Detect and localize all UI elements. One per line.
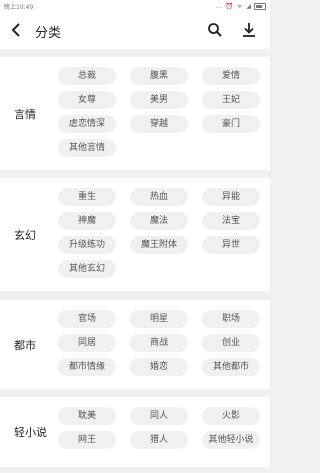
category-section: 玄幻 重生 热血 异能神魔 魔法 法宝升级练功 魔王附体 异世其他玄幻	[0, 178, 270, 291]
category-tag[interactable]: 神魔	[58, 212, 116, 230]
category-tag[interactable]: 王妃	[202, 91, 260, 109]
category-tag[interactable]: 其他言情	[58, 139, 116, 157]
category-tag[interactable]: 魔法	[130, 212, 188, 230]
category-tag[interactable]: 其他都市	[202, 358, 260, 376]
category-tag[interactable]: 同居	[58, 334, 116, 352]
category-section: 都市 官场 明星 职场同居 商战 创业都市情缘 婚恋 其他都市	[0, 300, 270, 389]
search-button[interactable]	[207, 21, 223, 39]
category-tag[interactable]: 创业	[202, 334, 260, 352]
category-tag[interactable]: 魔王附体	[130, 236, 188, 254]
category-tag[interactable]: 商战	[130, 334, 188, 352]
category-tag[interactable]: 爱情	[202, 67, 260, 85]
status-time: 晚上10:49	[4, 4, 34, 11]
back-arrow-icon	[11, 23, 20, 37]
section-label: 轻小说	[14, 426, 47, 439]
category-tag[interactable]: 异世	[202, 236, 260, 254]
back-button[interactable]	[9, 21, 25, 39]
download-button[interactable]	[241, 21, 257, 39]
category-tag[interactable]: 法宝	[202, 212, 260, 230]
category-tag[interactable]: 职场	[202, 310, 260, 328]
category-tag[interactable]: 异能	[202, 188, 260, 206]
category-tag[interactable]: 婚恋	[130, 358, 188, 376]
category-tag[interactable]: 猎人	[130, 431, 188, 449]
category-tag[interactable]: 豪门	[202, 115, 260, 133]
category-section: 轻小说 耽美 同人 火影网王 猎人 其他轻小说	[0, 397, 270, 467]
category-tag[interactable]: 同人	[130, 407, 188, 425]
search-icon	[208, 23, 222, 37]
category-tag[interactable]: 腹黑	[130, 67, 188, 85]
status-icons: … ⏰ ᯤ ◢	[216, 2, 266, 10]
category-tag[interactable]: 总裁	[58, 67, 116, 85]
page-title: 分类	[35, 26, 62, 41]
section-label: 都市	[14, 338, 36, 352]
category-tag[interactable]: 网王	[58, 431, 116, 449]
category-tag[interactable]: 明星	[130, 310, 188, 328]
category-tag[interactable]: 热血	[130, 188, 188, 206]
battery-icon	[254, 3, 266, 10]
category-tag[interactable]: 重生	[58, 188, 116, 206]
toolbar: 分类	[0, 13, 270, 49]
category-tag[interactable]: 官场	[58, 310, 116, 328]
category-tag[interactable]: 都市情缘	[58, 358, 116, 376]
category-section: 言情 总裁 腹黑 爱情女尊 美男 王妃虐恋情深 穿越 豪门其他言情	[0, 57, 270, 170]
category-tag[interactable]: 穿越	[130, 115, 188, 133]
category-tag[interactable]: 耽美	[58, 407, 116, 425]
category-tag[interactable]: 火影	[202, 407, 260, 425]
category-tag[interactable]: 美男	[130, 91, 188, 109]
section-label: 言情	[14, 107, 36, 121]
category-tag[interactable]: 其他轻小说	[202, 431, 260, 449]
category-tag[interactable]: 其他玄幻	[58, 260, 116, 278]
download-icon	[243, 23, 255, 37]
status-icons-text: … ⏰ ᯤ ◢	[215, 3, 252, 10]
category-tag[interactable]: 虐恋情深	[58, 115, 116, 133]
category-tag[interactable]: 升级练功	[58, 236, 116, 254]
category-tag[interactable]: 女尊	[58, 91, 116, 109]
status-bar: 晚上10:49 … ⏰ ᯤ ◢	[0, 0, 270, 13]
section-label: 玄幻	[14, 228, 36, 242]
